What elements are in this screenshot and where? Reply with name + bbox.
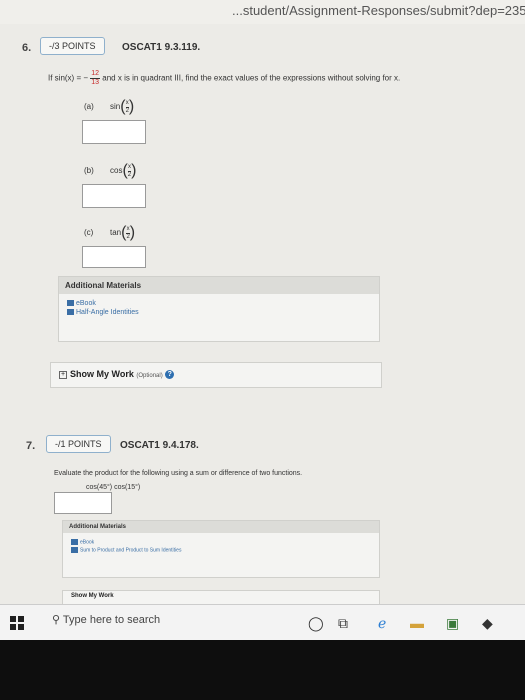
ebook-link[interactable]: eBook	[59, 298, 379, 307]
question-prompt: If sin(x) = − 12 13 and x is in quadrant …	[48, 70, 400, 87]
help-icon[interactable]: ?	[165, 370, 175, 380]
taskbar-search[interactable]: ⚲ Type here to search	[52, 613, 160, 626]
windows-start-icon[interactable]	[10, 616, 24, 630]
half-angle-link[interactable]: Half-Angle Identities	[59, 307, 379, 316]
question-code: OSCAT1 9.3.119.	[122, 42, 201, 53]
question-prompt: Evaluate the product for the following u…	[54, 470, 303, 477]
answer-input-c[interactable]	[82, 246, 146, 268]
file-explorer-icon[interactable]: ▬	[410, 615, 424, 631]
app-icon[interactable]: ◆	[482, 615, 493, 632]
answer-input-a[interactable]	[82, 120, 146, 144]
prompt-end: and x is in quadrant III, find the exact…	[102, 73, 401, 83]
show-my-work[interactable]: + Show My Work (Optional) ?	[50, 362, 382, 388]
additional-materials: Additional Materials eBook Half-Angle Id…	[58, 276, 380, 342]
answer-input-b[interactable]	[82, 184, 146, 208]
task-view-icon[interactable]: ⧉	[338, 615, 348, 632]
document-icon	[67, 309, 74, 316]
expression: cos(45°) cos(15°)	[86, 484, 141, 491]
ebook-link[interactable]: eBook	[63, 537, 379, 545]
part-c: (c) tan(x 2)	[84, 224, 136, 241]
question-code: OSCAT1 9.4.178.	[120, 440, 199, 451]
part-b: (b) cos(x 2)	[84, 162, 137, 179]
points-badge: -/3 POINTS	[40, 37, 105, 55]
answer-input[interactable]	[54, 492, 112, 514]
part-a: (a) sin(x 2)	[84, 98, 135, 115]
expand-icon: +	[59, 370, 67, 379]
search-icon: ⚲	[52, 614, 61, 626]
book-icon	[71, 539, 78, 545]
materials-title: Additional Materials	[63, 521, 379, 533]
book-icon	[67, 300, 74, 307]
taskbar: ⚲ Type here to search ◯ ⧉ ℯ ▬ ▣ ◆	[0, 604, 525, 640]
cortana-icon[interactable]: ◯	[308, 615, 324, 632]
browser-viewport: ...student/Assignment-Responses/submit?d…	[0, 0, 525, 640]
points-badge: -/1 POINTS	[46, 435, 111, 453]
identities-link[interactable]: Sum to Product and Product to Sum Identi…	[63, 545, 379, 554]
prompt-start: If sin(x) = −	[48, 73, 89, 83]
edge-browser-icon[interactable]: ℯ	[378, 615, 386, 632]
materials-title: Additional Materials	[59, 277, 379, 294]
fraction: 12 13	[90, 70, 101, 86]
question-number: 7.	[26, 440, 36, 452]
store-icon[interactable]: ▣	[446, 615, 459, 632]
address-bar[interactable]: ...student/Assignment-Responses/submit?d…	[0, 0, 525, 24]
additional-materials: Additional Materials eBook Sum to Produc…	[62, 520, 380, 578]
document-icon	[71, 547, 78, 554]
question-number: 6.	[22, 42, 32, 54]
